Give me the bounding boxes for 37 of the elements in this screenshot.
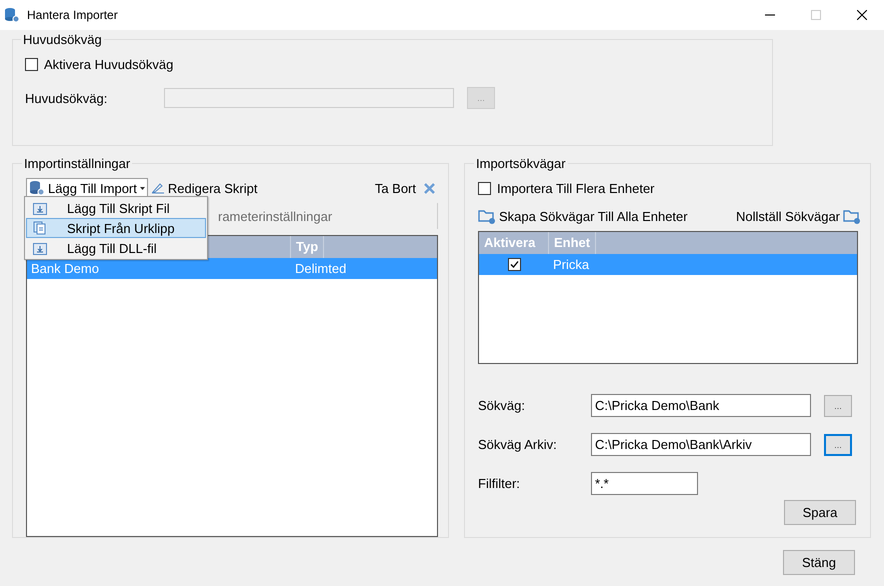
toolbar-text[interactable]: rameterinställningar xyxy=(218,208,332,224)
pencil-icon xyxy=(150,182,165,194)
delete-button[interactable]: Ta Bort xyxy=(372,178,438,198)
input-field[interactable]: C:\Pricka Demo\Bank xyxy=(591,394,811,417)
group-title: Importinställningar xyxy=(23,156,132,171)
dropdown-button[interactable]: Lägg Till Import xyxy=(26,178,148,198)
checkbox[interactable]: Importera Till Flera Enheter xyxy=(478,181,655,196)
edit-script-button[interactable]: Redigera Skript xyxy=(148,178,260,198)
reset-paths-button[interactable]: Nollställ Sökvägar xyxy=(732,207,864,226)
clipboard-icon xyxy=(33,221,47,235)
browse-button[interactable]: ... xyxy=(824,434,852,456)
window-title: Hantera Importer xyxy=(27,8,118,22)
close-button[interactable]: Stäng xyxy=(783,550,855,575)
close-icon xyxy=(424,182,435,194)
create-paths-button[interactable]: Skapa Sökvägar Till Alla Enheter xyxy=(475,207,691,226)
folder-icon xyxy=(843,209,861,224)
caret-icon xyxy=(140,186,145,190)
menu-item[interactable]: Lägg Till Skript Fil xyxy=(26,198,206,218)
field-label: Sökväg: xyxy=(478,398,526,413)
database-icon xyxy=(4,7,20,23)
download-icon xyxy=(33,241,47,255)
input-field[interactable]: C:\Pricka Demo\Bank\Arkiv xyxy=(591,433,811,456)
checkbox[interactable] xyxy=(508,258,520,271)
group-title: Importsökvägar xyxy=(475,156,567,171)
field-label: Huvudsökväg: xyxy=(25,90,108,106)
close-icon[interactable] xyxy=(857,10,867,20)
input-field[interactable]: *.* xyxy=(591,472,698,495)
database-icon xyxy=(29,180,45,196)
browse-button[interactable]: ... xyxy=(824,394,852,416)
field-label: Filfilter: xyxy=(478,476,521,491)
folder-icon xyxy=(478,209,496,224)
field-label: Sökväg Arkiv: xyxy=(478,437,558,452)
download-icon xyxy=(33,201,47,215)
save-button[interactable]: Spara xyxy=(784,500,856,525)
group-title: Huvudsökväg xyxy=(22,32,103,47)
menu-item[interactable]: Lägg Till DLL-fil xyxy=(26,238,206,258)
menu-item[interactable]: Skript Från Urklipp xyxy=(26,218,206,238)
